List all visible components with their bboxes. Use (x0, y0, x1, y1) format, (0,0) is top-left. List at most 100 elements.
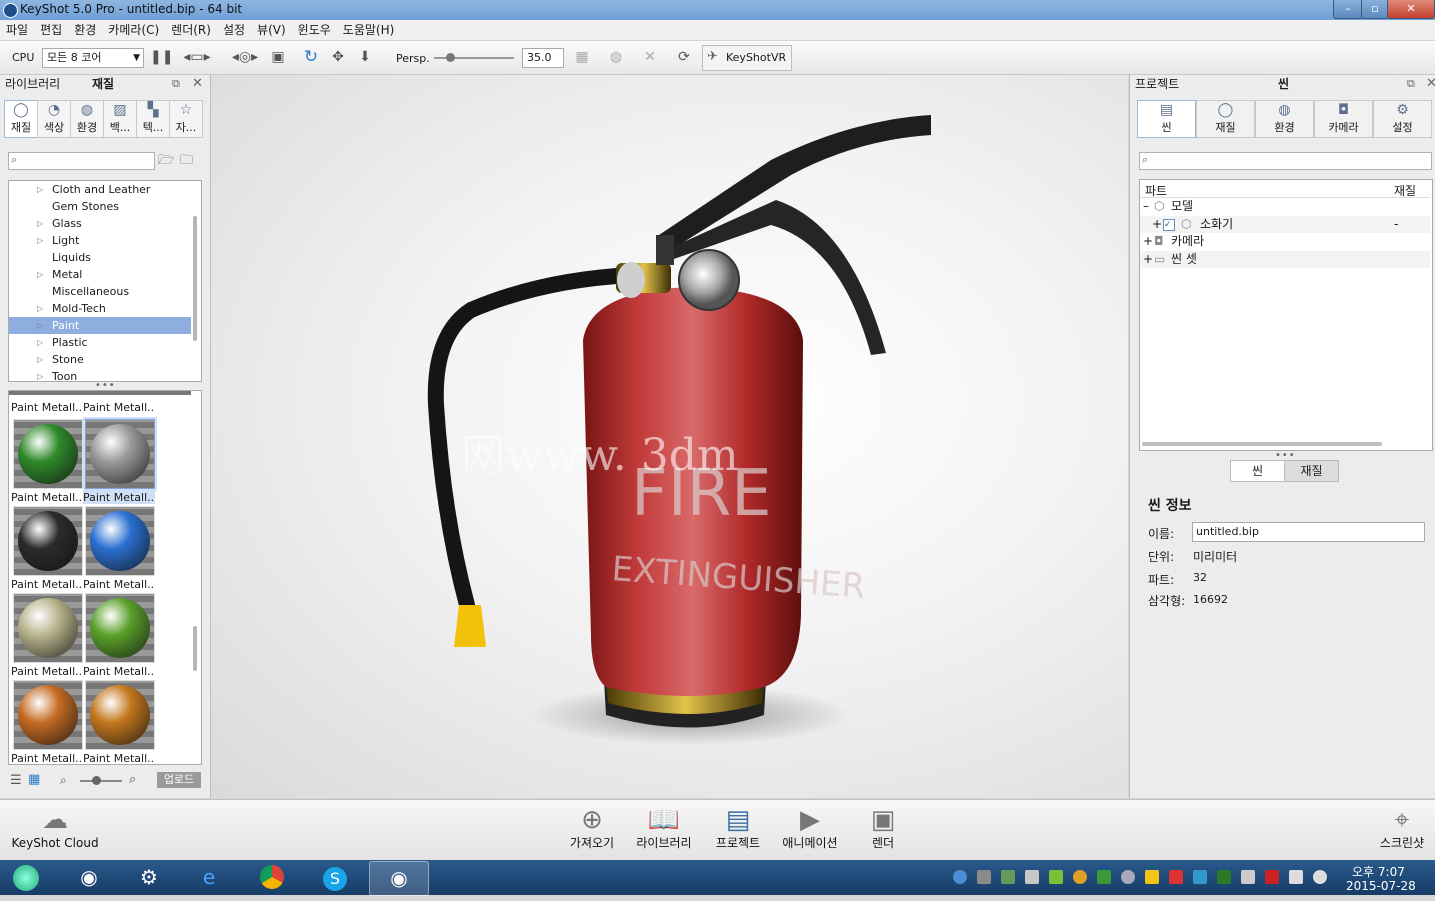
expand-toggle[interactable]: + (1143, 233, 1153, 250)
menu-settings[interactable]: 설정 (217, 20, 251, 40)
lib-tab-favorites[interactable]: ☆ 자... (169, 100, 203, 138)
expand-toggle[interactable]: + (1152, 216, 1162, 233)
tray-icon[interactable] (1217, 870, 1231, 884)
category-item[interactable]: Gem Stones (9, 198, 191, 215)
scene-row-camera[interactable]: + ◘ 카메라 (1140, 233, 1430, 250)
project-tab-camera[interactable]: ◘ 카메라 (1314, 100, 1373, 138)
maximize-button[interactable]: ▫ (1361, 0, 1389, 19)
undock-icon[interactable]: ⧉ (172, 77, 180, 91)
tray-icon[interactable] (977, 870, 991, 884)
menu-render[interactable]: 렌더(R) (165, 20, 217, 40)
start-button[interactable] (0, 861, 52, 894)
expand-arrow-icon[interactable]: ▷ (37, 232, 43, 249)
taskbar-keyshot[interactable]: ◉ (369, 861, 429, 896)
thumb-size-slider[interactable] (80, 776, 122, 785)
menu-file[interactable]: 파일 (0, 20, 34, 40)
cpu-select[interactable]: 모든 8 코어 ▼ (42, 48, 144, 68)
fit-icon[interactable]: ✥ (330, 49, 346, 65)
category-item[interactable]: ▷ Paint (9, 317, 191, 334)
lib-tab-texture[interactable]: ▚ 텍... (136, 100, 170, 138)
zoom-out-icon[interactable]: ⌕ (60, 773, 67, 788)
material-thumbnail[interactable] (13, 506, 83, 576)
menu-view[interactable]: 뷰(V) (251, 20, 292, 40)
tree-scrollbar[interactable] (193, 216, 197, 341)
tray-icon[interactable] (1049, 870, 1063, 884)
category-item[interactable]: ▷ Cloth and Leather (9, 181, 191, 198)
close-button[interactable]: ✕ (1387, 0, 1435, 19)
list-view-icon[interactable]: ☰ (10, 773, 22, 788)
menu-window[interactable]: 윈도우 (292, 20, 337, 40)
material-thumbnail[interactable] (13, 419, 83, 489)
drop-icon[interactable]: ⬇ (357, 49, 373, 65)
tray-icon[interactable] (1241, 870, 1255, 884)
undock-icon[interactable]: ⧉ (1407, 77, 1415, 91)
fov-input[interactable]: 35.0 (522, 48, 564, 68)
scene-search-input[interactable]: ⌕ (1139, 152, 1432, 170)
screenshot-button[interactable]: ⌖ 스크린샷 (1372, 804, 1432, 858)
grid-icon[interactable]: ▦ (574, 49, 590, 65)
taskbar-app-1[interactable]: ◉ (60, 861, 118, 894)
category-item[interactable]: ▷ Glass (9, 215, 191, 232)
taskbar-skype[interactable]: S (306, 861, 364, 894)
close-icon[interactable]: ✕ (192, 76, 203, 91)
expand-arrow-icon[interactable]: ▷ (37, 351, 43, 368)
scene-row-extinguisher[interactable]: + ✓ ⬡ 소화기 - (1140, 216, 1430, 233)
menu-edit[interactable]: 편집 (34, 20, 68, 40)
folder-remove-icon[interactable]: 🗀 (180, 151, 193, 173)
expand-toggle[interactable]: + (1143, 251, 1153, 268)
tray-icon[interactable] (1001, 870, 1015, 884)
material-thumbnail[interactable] (85, 593, 155, 663)
tray-flag-icon[interactable] (1289, 870, 1303, 884)
tray-icon[interactable] (1025, 870, 1039, 884)
subtab-material[interactable]: 재질 (1284, 460, 1339, 482)
tray-icon[interactable] (1145, 870, 1159, 884)
expand-arrow-icon[interactable]: ▷ (37, 215, 43, 232)
category-item[interactable]: ▷ Stone (9, 351, 191, 368)
fov-slider[interactable] (434, 53, 514, 62)
import-button[interactable]: ⊕ 가져오기 (557, 804, 627, 858)
expand-arrow-icon[interactable]: ▷ (37, 181, 43, 198)
scene-row-model[interactable]: – ⬡ 모델 (1140, 198, 1430, 215)
project-tab-settings[interactable]: ⚙ 설정 (1373, 100, 1432, 138)
pause-icon[interactable]: ❚❚ (150, 49, 173, 65)
thumbs-scrollbar[interactable] (193, 626, 197, 671)
tray-volume-icon[interactable] (1313, 870, 1327, 884)
material-thumbnail[interactable] (85, 419, 155, 489)
animation-button[interactable]: ▶ 애니메이션 (775, 804, 845, 858)
fov-slider-handle[interactable] (446, 53, 455, 62)
keyshotvr-button[interactable]: ✈ KeyShotVR (702, 45, 792, 71)
render-viewport[interactable]: FIRE EXTINGUISHER 网www. 3dm (211, 75, 1128, 798)
tray-icon[interactable] (1193, 870, 1207, 884)
folder-add-icon[interactable]: 🗁 (158, 151, 174, 173)
lib-tab-backplate[interactable]: ▨ 백... (103, 100, 137, 138)
cross-icon[interactable]: ✕ (642, 49, 658, 65)
expand-arrow-icon[interactable]: ▷ (37, 266, 43, 283)
project-tab-material[interactable]: ◯ 재질 (1196, 100, 1255, 138)
project-tab-scene[interactable]: ▤ 씬 (1137, 100, 1196, 138)
material-thumbnail[interactable] (85, 506, 155, 576)
grid-view-icon[interactable]: ▦ (28, 772, 40, 787)
library-button[interactable]: 📖 라이브러리 (629, 804, 699, 858)
expand-arrow-icon[interactable]: ▷ (37, 300, 43, 317)
thumb-size-handle[interactable] (92, 776, 101, 785)
sync-icon[interactable]: ⟳ (676, 49, 692, 65)
taskbar-chrome[interactable] (243, 861, 301, 894)
library-search-input[interactable]: ⌕ (8, 152, 155, 170)
expand-toggle[interactable]: – (1143, 198, 1149, 215)
expand-arrow-icon[interactable]: ▷ (37, 368, 43, 381)
material-thumbnail[interactable] (13, 593, 83, 663)
globe-icon[interactable]: ◍ (608, 49, 624, 65)
lib-tab-material[interactable]: ◯ 재질 (4, 100, 38, 138)
scene-row-sceneset[interactable]: + ▭ 씬 셋 (1140, 251, 1430, 268)
taskbar-steam[interactable]: ⚙ (120, 861, 178, 894)
lib-tab-color[interactable]: ◔ 색상 (37, 100, 71, 138)
scene-tree-scrollbar[interactable] (1142, 442, 1382, 446)
category-item[interactable]: Miscellaneous (9, 283, 191, 300)
tray-icon[interactable] (1097, 870, 1111, 884)
scene-name-input[interactable]: untitled.bip (1192, 522, 1425, 542)
tray-network-icon[interactable] (953, 870, 967, 884)
tray-icon[interactable] (1169, 870, 1183, 884)
lock-icon[interactable]: ▣ (270, 49, 286, 65)
category-item[interactable]: ▷ Light (9, 232, 191, 249)
zoom-in-icon[interactable]: ⌕ (129, 772, 136, 787)
